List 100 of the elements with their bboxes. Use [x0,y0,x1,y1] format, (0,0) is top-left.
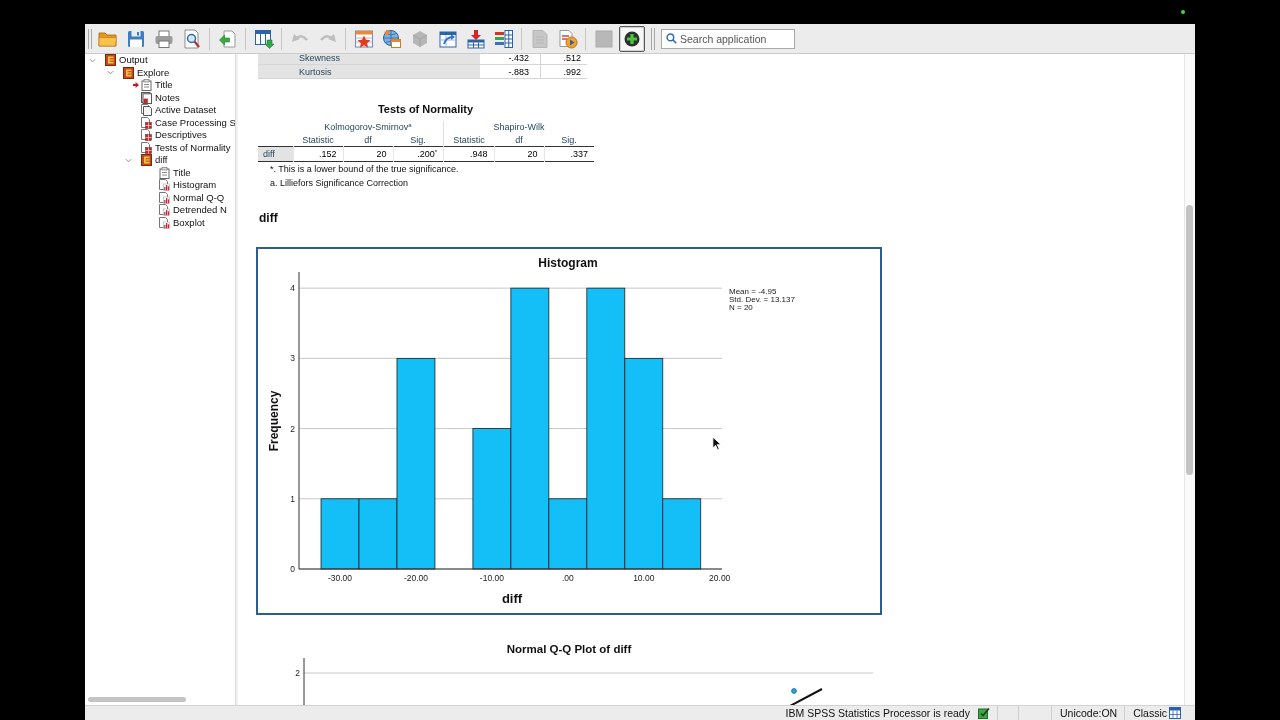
histogram-bar [320,498,360,570]
table-cell: .512 [540,54,587,65]
table-cell: .992 [540,64,587,79]
row-header: diff [258,146,293,162]
tree-item[interactable]: Explore [137,66,170,79]
down-arrow-table-icon [466,28,486,49]
column-header: df [494,133,544,147]
chevron-down-icon[interactable] [125,156,132,164]
search-icon [666,33,677,44]
document-magnifier-icon [182,28,202,49]
column-header: Statistic [293,133,343,147]
globe-table-icon [382,28,402,49]
curved-arrow-table-icon [438,28,458,49]
axis-label: diff [501,591,523,606]
toolbar-grip[interactable] [651,27,655,50]
axis-label: Frequency [267,390,282,452]
square-icon [594,28,614,49]
table-page-icon [141,129,152,142]
tick-label: -20.00 [403,573,428,583]
book-icon [123,66,134,79]
toolbar-grip[interactable] [88,28,92,49]
chart-page-icon [159,179,170,192]
tick-label: .00 [561,573,574,583]
table-cell: .948 [443,146,494,162]
book-icon [141,154,152,167]
chart-annotation: Mean = -4.95 [729,287,777,296]
tree-item[interactable]: Tests of Normality [155,141,231,154]
tick-label: 2 [295,668,300,678]
scrollbar-thumb[interactable] [88,696,186,702]
chevron-down-icon[interactable] [89,56,96,64]
search-field[interactable]: Search application [661,28,795,49]
chart-page-icon [159,216,170,229]
footnote: *. This is a lower bound of the true significance. [270,163,460,176]
status-message: IBM SPSS Statistics Processor is ready [785,707,970,719]
tick-label: 1 [290,493,295,504]
book-icon [105,54,116,67]
tick-label: 10.00 [633,573,655,583]
tree-item[interactable]: diff [155,154,168,167]
chart-page-icon [159,191,170,204]
scrollbar-thumb[interactable] [1186,205,1193,475]
table-cell: .200$^{*}$ [393,146,444,162]
cube-icon [410,28,430,49]
column-header: Sig. [544,133,594,147]
table-icon [1169,707,1181,719]
tick-label: -30.00 [327,573,353,583]
table-cell: .152 [293,146,343,162]
tick-label: 4 [290,283,295,294]
tree-item[interactable]: Case Processing S [155,116,235,129]
view-mode[interactable]: Classic [1133,707,1167,719]
chart-annotation: N = 20 [729,303,753,312]
chart-page-icon [159,204,170,217]
tick-label: 0 [290,564,295,574]
page-icon [159,166,170,179]
document-arrow-icon [218,28,238,49]
tree-item[interactable]: Active Dataset [155,104,217,117]
page-icon [141,79,152,92]
document-play-icon [558,28,578,49]
column-group-header: Shapiro-Wilk [443,121,594,133]
column-header: Sig. [393,133,444,147]
indicator-light-icon [1181,10,1185,14]
chevron-down-icon[interactable] [107,69,114,77]
document-icon [530,28,550,49]
tree-item[interactable]: Title [155,79,173,92]
chart-annotation: Std. Dev. = 13.137 [729,295,795,304]
section-heading: diff [259,211,279,225]
tree-item[interactable]: Title [173,166,191,179]
column-header: df [343,133,393,147]
tick-label: 3 [290,353,295,364]
toolbar-button[interactable] [619,25,645,52]
notepad-icon [141,91,152,104]
table-title: Tests of Normality [376,102,475,116]
chart-title: Normal Q-Q Plot of diff [505,642,633,656]
mouse-pointer-icon [712,436,721,451]
table-page-icon [141,141,152,154]
column-group-header: Kolmogorov-Smirnov$^{a}$ [293,121,444,133]
printer-icon [154,28,174,49]
pages-icon [141,104,152,117]
checkmark-icon [977,707,990,719]
tree-item[interactable]: Detrended N [173,204,227,217]
bars-table-icon [494,28,514,49]
tick-label: 2 [290,423,295,434]
tick-label: -10.00 [479,573,504,583]
tick-label: 20.00 [709,573,731,583]
window-arrow-icon [254,28,274,49]
table-cell: -.883 [480,64,541,79]
tree-item[interactable]: Descriptives [155,129,207,142]
table-cell: 20 [494,146,544,162]
table-page-icon [141,116,152,129]
tree-item[interactable]: Output [119,54,148,67]
tree-item[interactable]: Normal Q-Q [173,191,225,204]
footnote: a. Lilliefors Significance Correction [270,177,410,190]
tree-item[interactable]: Notes [155,91,180,104]
tree-item[interactable]: Histogram [173,179,217,192]
row-header: Skewness [296,54,480,65]
table-cell: 20 [343,146,393,162]
chart-title: Histogram [538,256,598,270]
table-cell: -.432 [480,54,541,65]
column-header: Statistic [443,133,494,147]
tree-item[interactable]: Boxplot [173,216,205,229]
status-encoding: Unicode:ON [1050,706,1125,720]
